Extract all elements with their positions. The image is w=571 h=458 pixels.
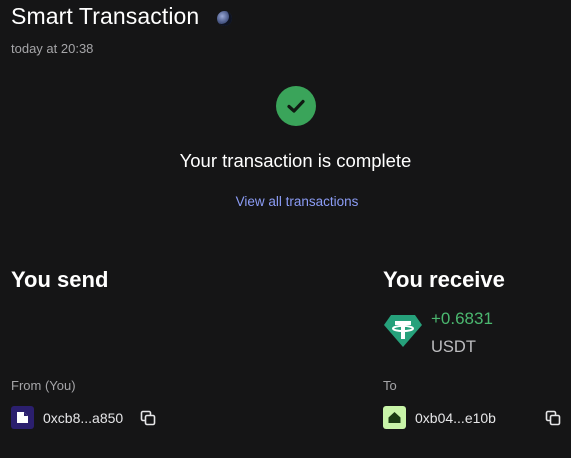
from-label: From (You) [11,378,76,393]
send-heading: You send [11,267,109,292]
token-text: +0.6831 USDT [431,309,493,357]
from-address-row: 0xcb8...a850 [11,406,123,429]
copy-icon[interactable] [545,410,561,426]
wallet-avatar-icon [11,406,34,429]
to-address-row: 0xb04...e10b [383,406,496,429]
network-globe-icon [217,10,233,26]
status-message: Your transaction is complete [179,150,412,171]
transaction-details-page: Smart Transaction today at 20:38 Your tr… [0,0,571,458]
copy-icon[interactable] [140,410,156,426]
received-token: +0.6831 USDT [383,309,493,357]
token-amount: +0.6831 [431,309,493,328]
page-title: Smart Transaction [11,3,200,29]
view-all-transactions-link[interactable]: View all transactions [0,194,571,209]
to-label: To [383,378,397,393]
receive-heading: You receive [383,267,505,292]
token-symbol: USDT [431,338,476,356]
house-avatar-icon [383,406,406,429]
header: Smart Transaction [11,3,233,30]
tether-icon [384,315,422,347]
from-address: 0xcb8...a850 [43,409,124,426]
check-circle-icon [276,86,316,126]
to-address: 0xb04...e10b [415,409,496,426]
timestamp: today at 20:38 [11,41,94,56]
